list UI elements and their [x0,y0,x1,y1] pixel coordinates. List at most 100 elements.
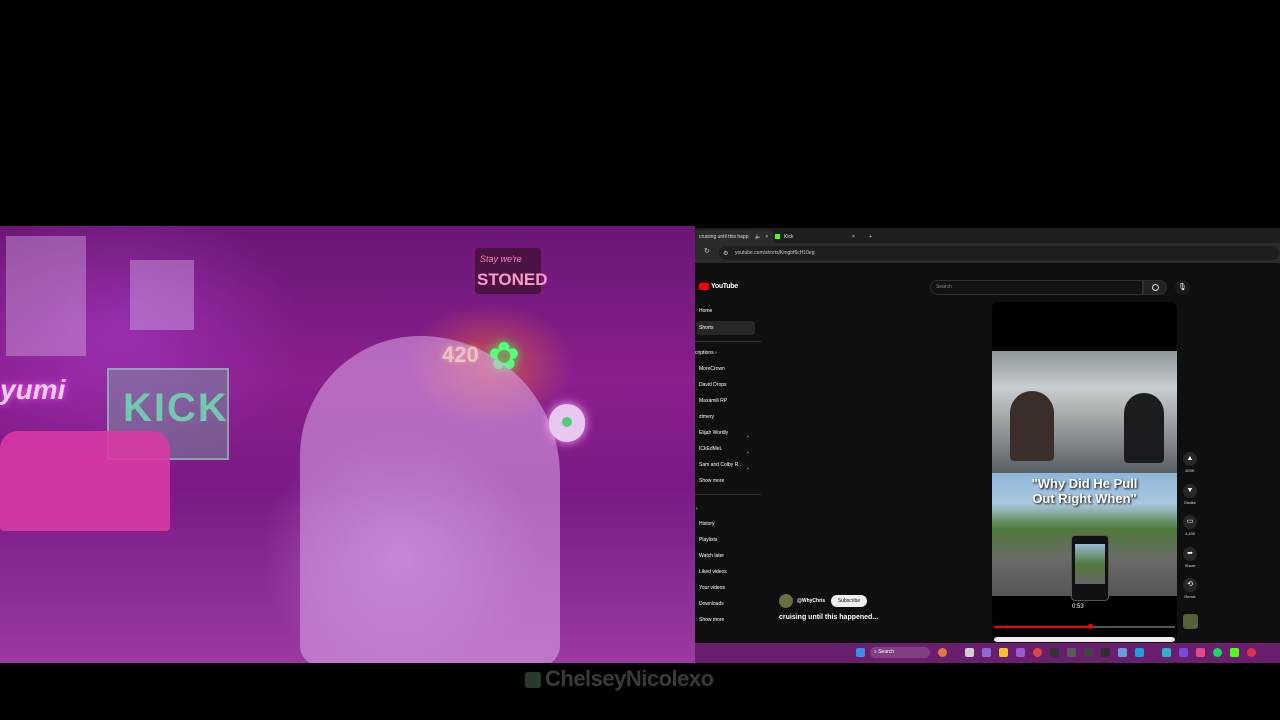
app-icon[interactable] [1162,648,1171,657]
tab-kick[interactable]: Kick × [771,230,863,243]
person-left [1010,391,1054,461]
search-input[interactable]: Search [930,280,1143,295]
taskbar-search[interactable]: ⌕ Search [870,647,930,658]
you-chevron-icon[interactable]: › [696,506,698,512]
remix-icon: ⟲ [1183,578,1197,592]
sidebar-divider [695,341,761,342]
tab-youtube[interactable]: cruising until this happ 🔈 × [695,230,773,243]
subscriptions-header-label: criptions [695,350,714,356]
progress-bar[interactable] [994,626,1175,628]
sidebar-item-history[interactable]: History [699,521,715,527]
youtube-logo[interactable]: YouTube [699,283,738,290]
close-tab-icon[interactable]: × [852,234,855,240]
app-icon[interactable] [982,648,991,657]
comment-count: 4,430 [1184,531,1195,536]
mic-icon[interactable]: 🎙 [1175,280,1190,295]
show-more-you[interactable]: Show more [699,617,724,623]
neon-sign-left: yumi [0,374,66,405]
nav-shorts[interactable]: Shorts [697,321,755,335]
channel-avatar[interactable] [779,594,793,608]
site-info-icon[interactable]: ⚙ [723,250,728,257]
subscription-item[interactable]: Maxamili RP [699,398,727,404]
subscription-item[interactable]: Sam and Colby R.. [699,462,741,468]
address-bar: ↻ ⚙ youtube.com/shorts/Kmgbf6cH10eg [695,243,1280,263]
close-tab-icon[interactable]: × [765,234,768,240]
kick-app-icon[interactable] [1230,648,1239,657]
subscription-item[interactable]: Elijah Wordly [699,430,728,436]
show-more-subscriptions[interactable]: Show more [699,478,724,484]
streamer-watermark: ChelseyNicolexo [525,666,714,692]
sidebar-item-playlists[interactable]: Playlists [699,537,717,543]
remix-button[interactable]: ⟲ Remix [1183,578,1197,599]
subscription-item[interactable]: ICkEdMeL [699,446,722,452]
stoned-sign-top: Stay we're [480,254,522,264]
app-icon[interactable] [1050,648,1059,657]
nav-home[interactable]: Home [699,308,712,314]
kick-poster-text: KICK [123,386,229,430]
subscription-item[interactable]: MoreCrown [699,366,725,372]
stoned-sign: Stay we're STONED [475,248,548,294]
app-icon[interactable] [1084,648,1093,657]
share-button[interactable]: ➦ Share [1183,547,1197,568]
start-button[interactable] [856,648,865,657]
shorts-player[interactable]: "Why Did He Pull Out Right When" 0:53 [992,302,1177,642]
sidebar-item-downloads[interactable]: Downloads [699,601,724,607]
widget-icon[interactable] [938,648,947,657]
tab-youtube-label: cruising until this happ [699,233,749,240]
browser-window: cruising until this happ 🔈 × Kick × + ↻ … [695,228,1280,663]
app-icon[interactable] [1135,648,1144,657]
watermark-text: ChelseyNicolexo [545,666,714,691]
headphones-icon [549,404,585,442]
task-view-icon[interactable] [965,648,974,657]
file-explorer-icon[interactable] [999,648,1008,657]
app-icon[interactable] [1179,648,1188,657]
comments-button[interactable]: ▭ 4,430 [1183,515,1197,536]
poster-top [130,260,194,330]
reload-icon[interactable]: ↻ [704,247,710,255]
progress-fill [994,626,1090,628]
short-caption-line-1: "Why Did He Pull [1031,476,1138,491]
sidebar-item-watch-later[interactable]: Watch later [699,553,724,559]
sound-thumbnail[interactable] [1183,614,1198,629]
url-text: youtube.com/shorts/Kmgbf6cH10eg [735,250,815,256]
search-button[interactable] [1143,280,1167,295]
app-icon[interactable] [1247,648,1256,657]
subscriptions-header[interactable]: criptions › [695,350,717,356]
channel-name[interactable]: @WhyChris [797,598,825,604]
kick-logo-icon [525,672,541,689]
sidebar-divider [695,494,761,495]
live-dot: • [747,434,749,440]
subscribe-button[interactable]: Subscribe [831,595,867,607]
like-button[interactable]: ▲ 820K [1183,452,1197,473]
youtube-play-icon [699,283,709,290]
comment-icon: ▭ [1183,515,1197,529]
share-icon: ➦ [1183,547,1197,561]
app-icon[interactable] [1067,648,1076,657]
app-icon[interactable] [1101,648,1110,657]
share-label: Share [1184,563,1196,568]
url-field[interactable]: ⚙ youtube.com/shorts/Kmgbf6cH10eg [719,246,1279,260]
live-dot: • [747,450,749,456]
tab-kick-label: Kick [784,233,794,240]
person-right [1124,393,1164,463]
stoned-sign-text: STONED [477,270,548,289]
subscription-item[interactable]: David Drops [699,382,727,388]
poster-left [6,236,86,356]
spotify-icon[interactable] [1213,648,1222,657]
thumbs-up-icon: ▲ [1183,452,1197,466]
subscription-item[interactable]: ztmery [699,414,714,420]
short-title[interactable]: cruising until this happened... [779,614,878,621]
thumbs-down-icon: ▼ [1183,484,1197,498]
dislike-button[interactable]: ▼ Dislike [1183,484,1197,505]
app-icon[interactable] [1118,648,1127,657]
dislike-label: Dislike [1184,500,1196,505]
taskbar-search-label: Search [878,649,895,655]
app-icon[interactable] [1016,648,1025,657]
sidebar-item-liked-videos[interactable]: Liked videos [699,569,727,575]
sidebar-item-your-videos[interactable]: Your videos [699,585,725,591]
white-bar [994,637,1175,642]
chrome-icon[interactable] [1033,648,1042,657]
progress-handle[interactable] [1088,624,1093,629]
app-icon[interactable] [1196,648,1205,657]
new-tab-button[interactable]: + [865,230,876,243]
